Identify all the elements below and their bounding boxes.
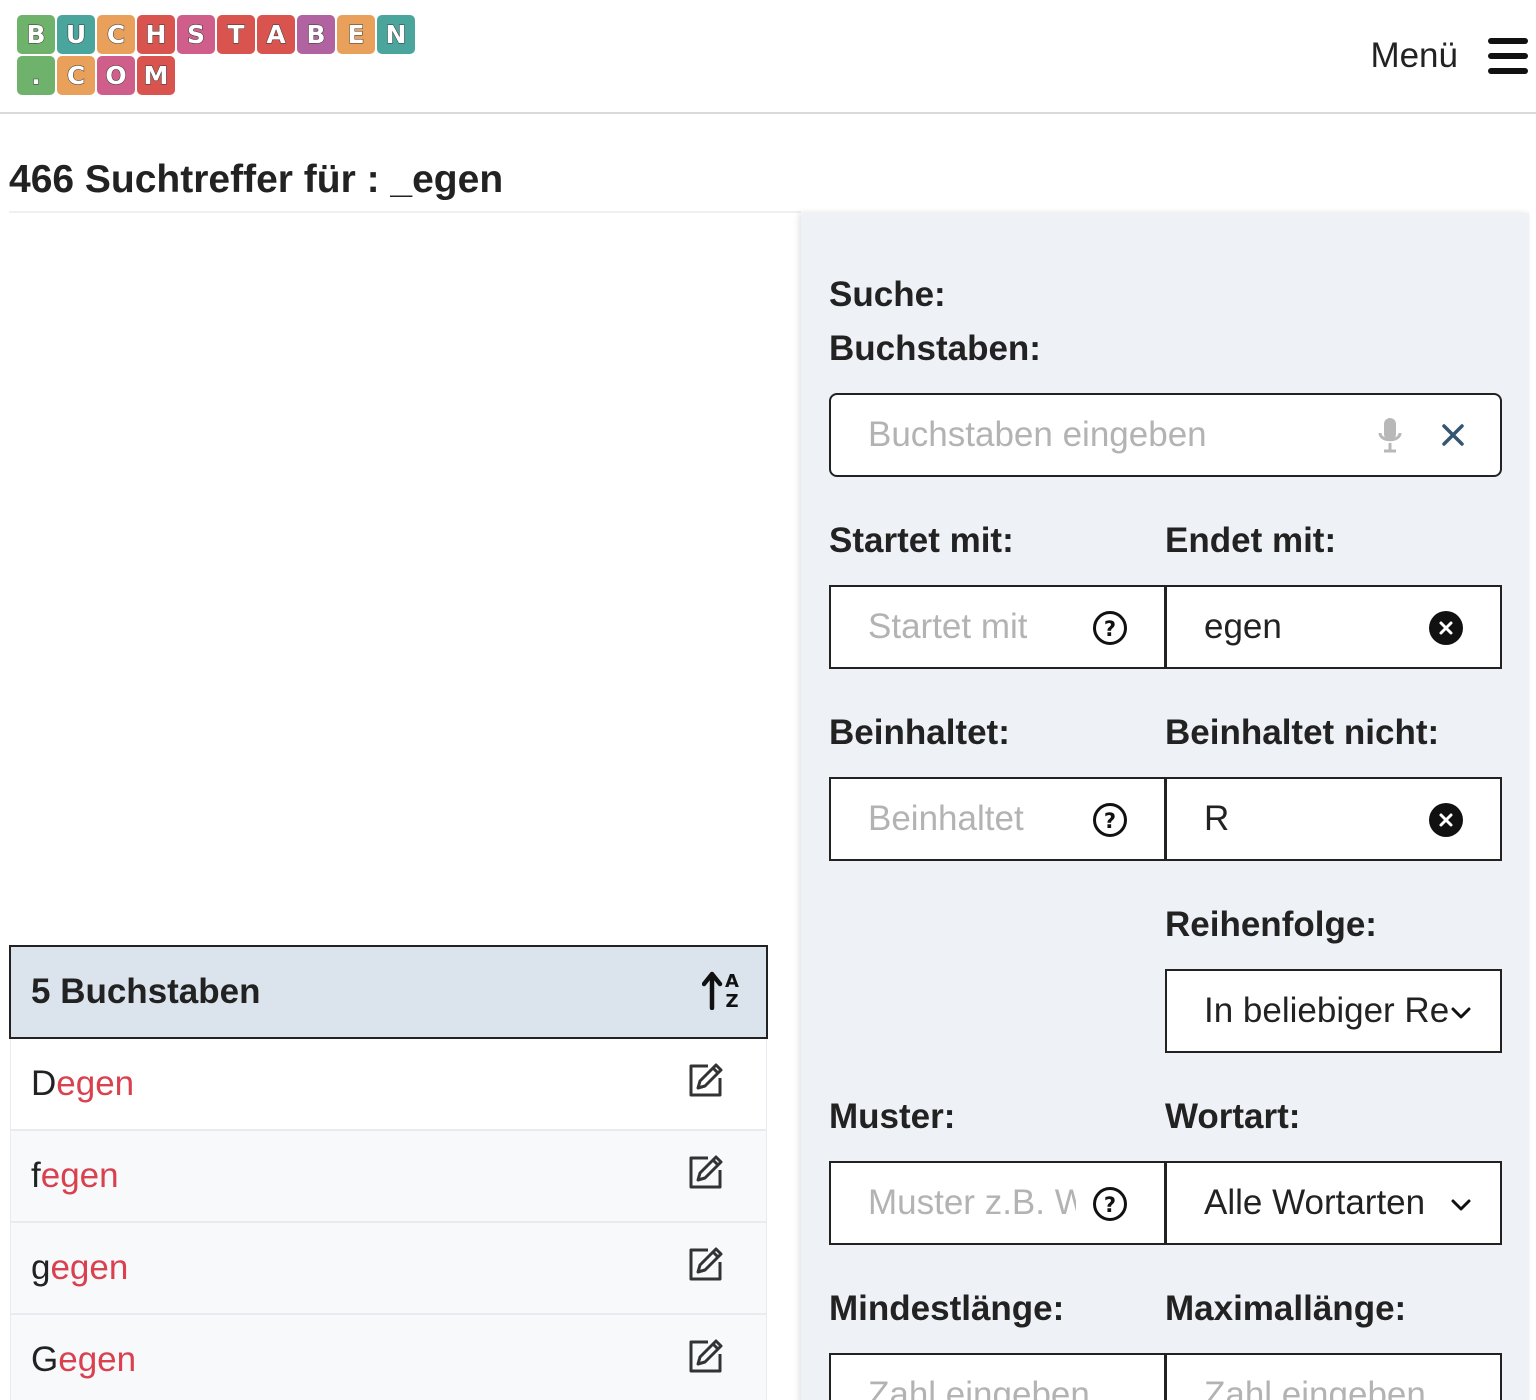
result-row[interactable]: Gegen [10, 1315, 767, 1400]
letters-placeholder: Buchstaben eingeben [868, 415, 1207, 454]
starts-label: Startet mit: [829, 521, 1014, 560]
search-sidebar: Suche: Buchstaben: Buchstaben eingeben S… [801, 213, 1529, 1400]
clear-circle-icon[interactable] [1427, 609, 1465, 647]
svg-text:?: ? [1104, 1193, 1116, 1217]
svg-text:Z: Z [725, 991, 738, 1010]
svg-text:?: ? [1104, 617, 1116, 641]
result-word[interactable]: Degen [31, 1064, 134, 1104]
order-value: In beliebiger Re [1204, 991, 1448, 1030]
microphone-icon[interactable] [1375, 415, 1405, 455]
help-circle-icon[interactable]: ? [1091, 609, 1129, 647]
contains-label: Beinhaltet: [829, 713, 1010, 752]
contains-input[interactable]: Beinhaltet ? [829, 777, 1166, 861]
close-icon[interactable] [1437, 419, 1469, 451]
pattern-input[interactable]: Muster z.B. W ? [829, 1161, 1166, 1245]
title-divider [9, 211, 801, 213]
site-header: B U C H S T A B E N . C O M Menü [0, 0, 1536, 114]
ends-input[interactable]: egen [1165, 585, 1502, 669]
excludes-value: R [1204, 799, 1230, 838]
pattern-label: Muster: [829, 1097, 956, 1136]
maxlen-input[interactable]: Zahl eingeben [1165, 1353, 1502, 1400]
result-group-title: 5 Buchstaben [31, 972, 261, 1011]
letters-input[interactable]: Buchstaben eingeben [829, 393, 1502, 477]
order-label: Reihenfolge: [1165, 905, 1377, 944]
wordtype-select[interactable]: Alle Wortarten [1165, 1161, 1502, 1245]
search-heading: Suche: [829, 275, 946, 314]
result-word[interactable]: gegen [31, 1248, 128, 1288]
minlen-input[interactable]: Zahl eingeben [829, 1353, 1166, 1400]
contains-placeholder: Beinhaltet [868, 799, 1024, 838]
logo-row-2: . C O M [17, 56, 415, 95]
ends-label: Endet mit: [1165, 521, 1337, 560]
svg-text:?: ? [1104, 809, 1116, 833]
sort-alpha-icon[interactable]: A Z [701, 970, 744, 1015]
edit-icon[interactable] [688, 1062, 724, 1107]
result-row[interactable]: Degen [10, 1039, 767, 1131]
site-logo[interactable]: B U C H S T A B E N . C O M [17, 15, 415, 97]
maxlen-label: Maximallänge: [1165, 1289, 1407, 1328]
letters-label: Buchstaben: [829, 329, 1041, 368]
excludes-input[interactable]: R [1165, 777, 1502, 861]
maxlen-placeholder: Zahl eingeben [1204, 1375, 1426, 1400]
logo-row-1: B U C H S T A B E N [17, 15, 415, 54]
menu-button[interactable]: Menü [1370, 36, 1528, 76]
result-group-header: 5 Buchstaben A Z [9, 945, 768, 1039]
pattern-placeholder: Muster z.B. W [868, 1183, 1076, 1222]
excludes-label: Beinhaltet nicht: [1165, 713, 1440, 752]
chevron-down-icon [1447, 1191, 1475, 1219]
hamburger-menu-icon [1488, 38, 1528, 74]
edit-icon[interactable] [688, 1338, 724, 1383]
page-title: 466 Suchtreffer für : _egen [9, 158, 504, 201]
help-circle-icon[interactable]: ? [1091, 801, 1129, 839]
order-select[interactable]: In beliebiger Re [1165, 969, 1502, 1053]
minlen-label: Mindestlänge: [829, 1289, 1065, 1328]
result-word[interactable]: Gegen [31, 1340, 136, 1380]
edit-icon[interactable] [688, 1246, 724, 1291]
menu-label: Menü [1370, 36, 1458, 75]
result-row[interactable]: gegen [10, 1223, 767, 1315]
clear-circle-icon[interactable] [1427, 801, 1465, 839]
starts-input[interactable]: Startet mit ? [829, 585, 1166, 669]
minlen-placeholder: Zahl eingeben [868, 1375, 1090, 1400]
chevron-down-icon [1447, 999, 1475, 1027]
wordtype-label: Wortart: [1165, 1097, 1301, 1136]
wordtype-value: Alle Wortarten [1204, 1183, 1426, 1222]
help-circle-icon[interactable]: ? [1091, 1185, 1129, 1223]
svg-text:A: A [725, 971, 739, 992]
ends-value: egen [1204, 607, 1282, 646]
edit-icon[interactable] [688, 1154, 724, 1199]
result-word[interactable]: fegen [31, 1156, 119, 1196]
result-row[interactable]: fegen [10, 1131, 767, 1223]
starts-placeholder: Startet mit [868, 607, 1028, 646]
